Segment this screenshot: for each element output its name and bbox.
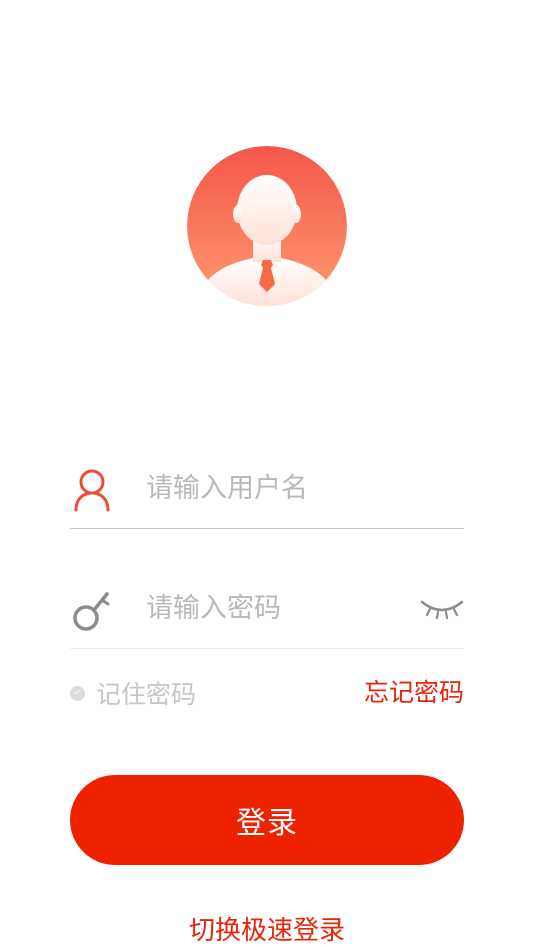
username-row [70, 448, 464, 529]
forgot-password-link[interactable]: 忘记密码 [364, 676, 464, 710]
eye-closed-icon[interactable] [420, 590, 464, 626]
user-icon [70, 468, 114, 512]
username-input[interactable] [146, 464, 406, 512]
login-screen: 记住密码 忘记密码 登录 切换极速登录 [0, 0, 534, 950]
remember-password-label: 记住密码 [96, 680, 197, 709]
check-circle-icon[interactable] [70, 685, 85, 701]
login-button[interactable]: 登录 [70, 775, 464, 865]
password-row [70, 568, 464, 649]
user-avatar-icon [187, 146, 347, 306]
switch-quick-login-link[interactable]: 切换极速登录 [0, 910, 534, 947]
password-input[interactable] [146, 584, 406, 632]
remember-password-toggle[interactable]: 记住密码 [70, 676, 196, 710]
key-icon [70, 588, 114, 632]
